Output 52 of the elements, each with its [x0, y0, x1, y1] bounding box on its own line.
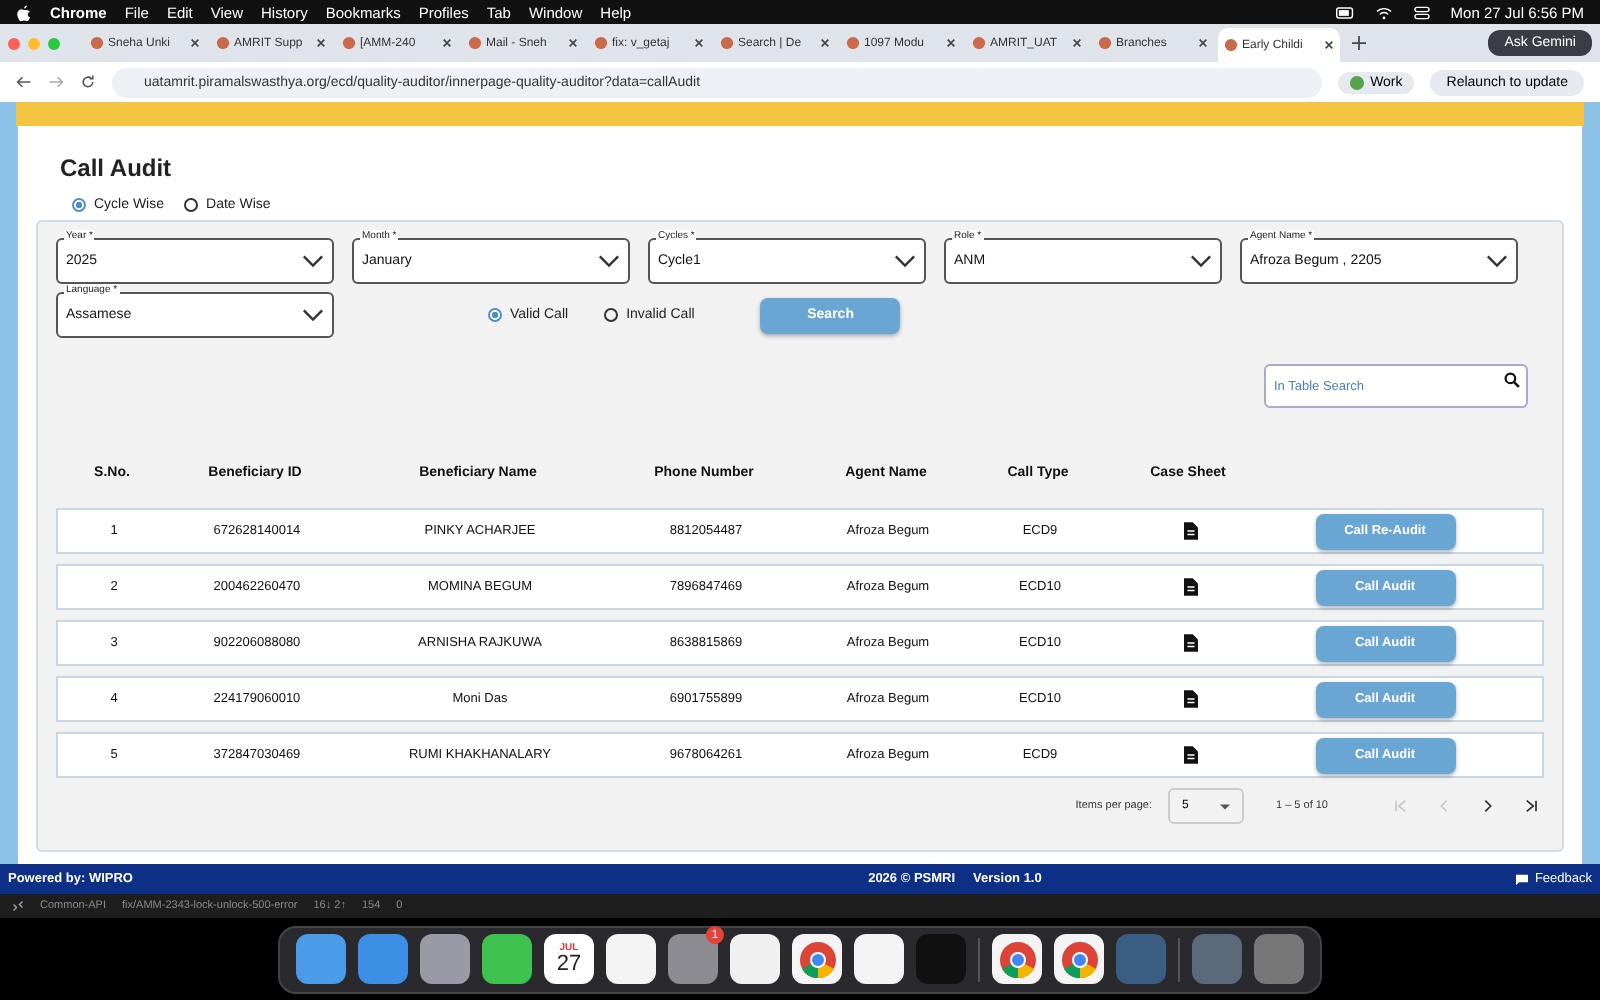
- remote-icon[interactable]: [12, 900, 24, 912]
- favicon-icon: [846, 36, 860, 50]
- chevron-down-icon[interactable]: [1190, 254, 1212, 268]
- chevron-down-icon[interactable]: [894, 254, 916, 268]
- app-icon[interactable]: [606, 934, 656, 984]
- close-icon[interactable]: [946, 38, 956, 48]
- favicon-icon: [216, 36, 230, 50]
- app-icon[interactable]: [792, 934, 842, 984]
- document-icon[interactable]: [1183, 522, 1197, 540]
- document-icon[interactable]: [1183, 578, 1197, 596]
- app-icon[interactable]: [992, 934, 1042, 984]
- close-icon[interactable]: [190, 38, 200, 48]
- chevron-down-icon[interactable]: [598, 254, 620, 268]
- page-nav-icon[interactable]: [1480, 798, 1496, 814]
- dropdown-arrow-icon[interactable]: [1220, 803, 1230, 809]
- close-icon[interactable]: [442, 38, 452, 48]
- favicon-icon: [972, 36, 986, 50]
- document-icon[interactable]: [1183, 746, 1197, 764]
- apple-logo-icon[interactable]: [16, 3, 32, 21]
- page-nav-icon[interactable]: [1524, 798, 1540, 814]
- battery-icon[interactable]: [1336, 5, 1357, 19]
- close-icon[interactable]: [694, 38, 704, 48]
- back-icon[interactable]: [16, 74, 32, 90]
- document-icon[interactable]: [1183, 690, 1197, 708]
- message-icon[interactable]: [1516, 873, 1529, 885]
- close-icon[interactable]: [316, 38, 326, 48]
- chevron-down-icon[interactable]: [1486, 254, 1508, 268]
- app-icon[interactable]: [854, 934, 904, 984]
- page-title: Call Audit: [60, 154, 174, 182]
- app-icon[interactable]: [730, 934, 780, 984]
- favicon-icon: [594, 36, 608, 50]
- close-icon[interactable]: [820, 38, 830, 48]
- new-tab-icon[interactable]: [1352, 36, 1366, 50]
- chevron-down-icon[interactable]: [302, 308, 324, 322]
- control-center-icon[interactable]: [1412, 5, 1433, 19]
- close-icon[interactable]: [1072, 38, 1082, 48]
- favicon-icon: [1224, 38, 1238, 52]
- close-icon[interactable]: [1198, 38, 1208, 48]
- chevron-down-icon[interactable]: [302, 254, 324, 268]
- favicon-icon: [90, 36, 104, 50]
- close-icon[interactable]: [1324, 40, 1334, 50]
- app-icon[interactable]: [1054, 934, 1104, 984]
- search-icon[interactable]: [1504, 372, 1520, 388]
- favicon-icon: [468, 36, 482, 50]
- favicon-icon: [342, 36, 356, 50]
- app-icon[interactable]: [482, 934, 532, 984]
- close-icon[interactable]: [568, 38, 578, 48]
- wifi-icon[interactable]: [1374, 5, 1395, 19]
- reload-icon[interactable]: [80, 74, 96, 90]
- favicon-icon: [720, 36, 734, 50]
- favicon-icon: [1098, 36, 1112, 50]
- document-icon[interactable]: [1183, 634, 1197, 652]
